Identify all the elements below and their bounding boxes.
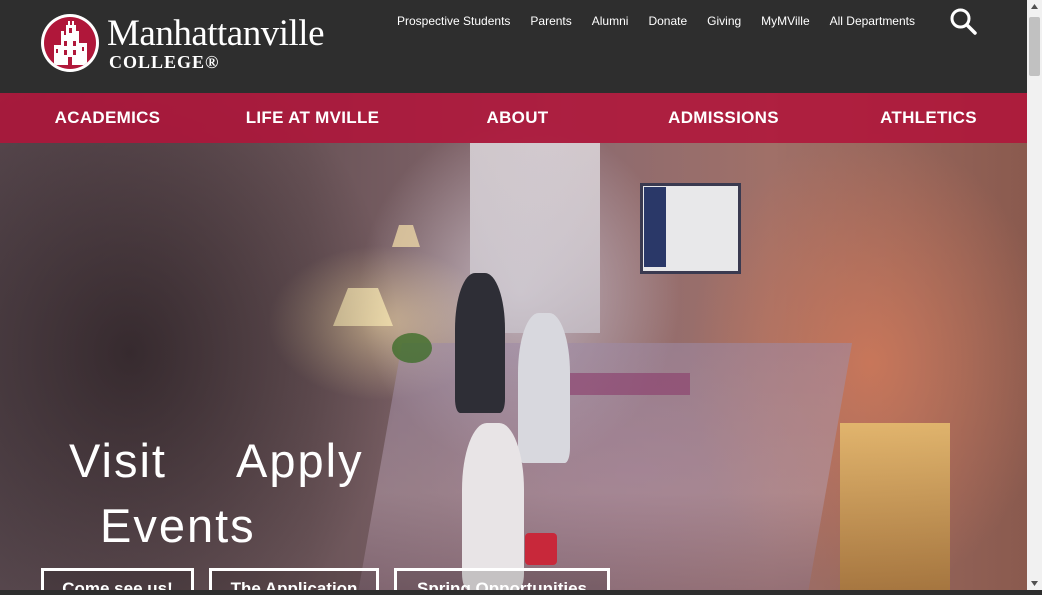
application-button[interactable]: The Application <box>209 568 379 590</box>
utility-link-parents[interactable]: Parents <box>530 14 571 28</box>
scroll-up-arrow-icon[interactable] <box>1027 0 1042 15</box>
logo-college: COLLEGE® <box>109 52 220 72</box>
nav-life-at-mville[interactable]: LIFE AT MVILLE <box>227 93 398 143</box>
hero-event-board-banner <box>644 187 666 267</box>
search-button[interactable] <box>949 7 977 35</box>
nav-about[interactable]: ABOUT <box>432 93 603 143</box>
scrollbar-thumb[interactable] <box>1029 17 1040 76</box>
spring-opportunities-button[interactable]: Spring Opportunities <box>394 568 610 590</box>
logo-name: Manhattanville <box>107 13 325 54</box>
utility-nav: Prospective Students Parents Alumni Dona… <box>397 14 935 28</box>
main-nav: ACADEMICS LIFE AT MVILLE ABOUT ADMISSION… <box>0 93 1027 143</box>
hero-shade <box>0 93 560 590</box>
utility-link-alumni[interactable]: Alumni <box>592 14 629 28</box>
search-icon <box>950 8 977 35</box>
hero-link-visit[interactable]: Visit <box>69 433 167 488</box>
hero-rug <box>570 373 690 395</box>
hero-newel-post <box>840 423 950 590</box>
hero-link-events[interactable]: Events <box>100 498 256 553</box>
utility-link-donate[interactable]: Donate <box>648 14 687 28</box>
hero-link-apply[interactable]: Apply <box>236 433 364 488</box>
nav-academics[interactable]: ACADEMICS <box>22 93 193 143</box>
utility-link-giving[interactable]: Giving <box>707 14 741 28</box>
site-header: Manhattanville COLLEGE® Prospective Stud… <box>0 0 1027 93</box>
college-seal-icon <box>41 14 99 72</box>
hero-banner: Visit Apply Events Come see us! The Appl… <box>0 93 1027 590</box>
utility-link-all-departments[interactable]: All Departments <box>830 14 915 28</box>
utility-link-prospective-students[interactable]: Prospective Students <box>397 14 510 28</box>
scroll-down-arrow-icon[interactable] <box>1027 575 1042 590</box>
logo-wordmark: Manhattanville COLLEGE® <box>107 13 325 72</box>
page-scrollbar[interactable] <box>1027 0 1042 590</box>
utility-link-mymville[interactable]: MyMVille <box>761 14 809 28</box>
come-see-us-button[interactable]: Come see us! <box>41 568 194 590</box>
nav-athletics[interactable]: ATHLETICS <box>843 93 1014 143</box>
site-logo[interactable]: Manhattanville COLLEGE® <box>41 13 325 72</box>
nav-admissions[interactable]: ADMISSIONS <box>638 93 809 143</box>
